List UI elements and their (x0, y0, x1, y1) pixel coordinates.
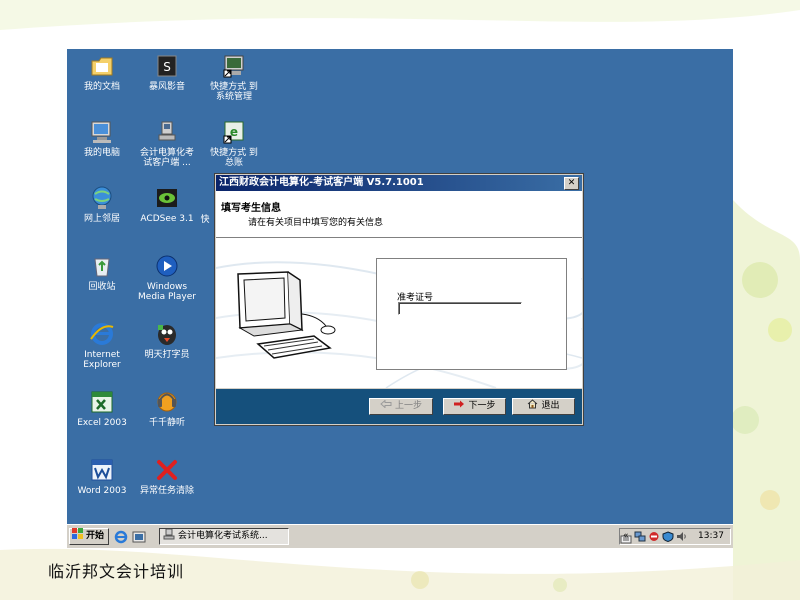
word-icon (89, 457, 115, 483)
close-button[interactable]: ✕ (564, 177, 579, 190)
quick-launch-ie-icon[interactable] (114, 529, 128, 548)
clock[interactable]: 13:37 (698, 529, 724, 544)
desktop-icon-media-player[interactable]: S 暴风影音 (132, 53, 202, 92)
desktop-icon-windows-media-player[interactable]: Windows Media Player (132, 253, 202, 302)
exam-id-input[interactable] (398, 302, 522, 315)
dialog-footer: 上一步 下一步 退出 (216, 389, 582, 424)
desktop-icon-label: 会计电算化考 试客户端 ... (139, 148, 194, 168)
windows-logo-icon (72, 528, 84, 545)
desktop-icon-label: Excel 2003 (77, 418, 127, 428)
dialog-body: 准考证号 (216, 238, 582, 388)
acdsee-icon (154, 185, 180, 211)
desktop-icon-label: 快捷方式 到 总账 (210, 148, 258, 168)
desktop-icon-exam-client[interactable]: 会计电算化考 试客户端 ... (132, 119, 202, 168)
exam-client-dialog: 江西财政会计电算化-考试客户端 V5.7.1001 ✕ 填写考生信息 请在有关项… (214, 173, 584, 426)
arrow-right-icon (453, 399, 465, 414)
desktop-icon-excel[interactable]: Excel 2003 (67, 389, 137, 428)
system-tray: « 13:37 (619, 528, 731, 545)
media-player-icon: S (154, 53, 180, 79)
music-player-icon (154, 389, 180, 415)
exam-client-icon (163, 529, 175, 544)
dialog-title-bar[interactable]: 江西财政会计电算化-考试客户端 V5.7.1001 ✕ (216, 175, 582, 191)
desktop-icon-label: Word 2003 (77, 486, 127, 496)
exit-button[interactable]: 退出 (512, 398, 575, 415)
dialog-title: 江西财政会计电算化-考试客户端 V5.7.1001 (219, 177, 424, 188)
desktop-icon-label: Internet Explorer (83, 350, 121, 370)
exit-button-label: 退出 (541, 401, 560, 411)
antivirus-icon[interactable] (648, 531, 660, 548)
desktop-icon-internet-explorer[interactable]: Internet Explorer (67, 321, 137, 370)
next-button-label: 下一步 (468, 401, 496, 411)
desktop-icon-label: 千千静听 (148, 418, 185, 428)
exam-client-icon (154, 119, 180, 145)
task-cleaner-icon (154, 457, 180, 483)
desktop-icon-my-computer[interactable]: 我的电脑 (67, 119, 137, 158)
recycle-bin-icon (89, 253, 115, 279)
desktop-icon-label: 暴风影音 (148, 82, 185, 92)
my-computer-icon (89, 119, 115, 145)
footer-caption: 临沂邦文会计培训 (48, 562, 185, 581)
shortcut-ledger-icon: e (221, 119, 247, 145)
tray-expand-chevron[interactable]: « (623, 529, 629, 544)
desktop-icon-label: 我的电脑 (83, 148, 120, 158)
dialog-header-title: 填写考生信息 (221, 203, 281, 214)
form-panel: 准考证号 (376, 258, 567, 370)
taskbar: 开始 会计电算化考试系统... « 13:37 (67, 524, 733, 548)
dialog-header: 填写考生信息 请在有关项目中填写您的有关信息 (216, 191, 582, 238)
start-label: 开始 (86, 531, 105, 541)
taskbar-app-button[interactable]: 会计电算化考试系统... (159, 528, 289, 545)
start-button[interactable]: 开始 (69, 528, 109, 545)
close-icon: ✕ (567, 178, 576, 188)
desktop-icon-label: 我的文档 (83, 82, 120, 92)
desktop-icon-partial[interactable]: 快 (199, 215, 211, 225)
desktop-icon-label: 明天打字员 (144, 350, 190, 360)
shortcut-system-icon (221, 53, 247, 79)
desktop-icon-label: ACDSee 3.1 (140, 214, 194, 224)
desktop-icon-label: 快 (200, 215, 210, 225)
desktop-icon-typing-tutor[interactable]: 明天打字员 (132, 321, 202, 360)
svg-text:S: S (163, 60, 171, 74)
internet-explorer-icon (89, 321, 115, 347)
desktop-icon-label: 回收站 (88, 282, 116, 292)
desktop-icon-my-documents[interactable]: 我的文档 (67, 53, 137, 92)
volume-icon[interactable] (676, 531, 688, 548)
network-icon (89, 185, 115, 211)
excel-icon (89, 389, 115, 415)
desktop-icon-music-player[interactable]: 千千静听 (132, 389, 202, 428)
desktop-icon-acdsee[interactable]: ACDSee 3.1 (132, 185, 202, 224)
arrow-left-icon (380, 399, 392, 414)
desktop-icon-label: 网上邻居 (83, 214, 120, 224)
desktop-icon-label: 异常任务清除 (139, 486, 194, 496)
desktop-icon-recycle-bin[interactable]: 回收站 (67, 253, 137, 292)
shield-icon[interactable] (662, 531, 674, 548)
prev-button[interactable]: 上一步 (369, 398, 433, 415)
prev-button-label: 上一步 (394, 401, 422, 411)
desktop-icon-word[interactable]: Word 2003 (67, 457, 137, 496)
desktop-icon-shortcut-ledger[interactable]: e 快捷方式 到 总账 (199, 119, 269, 168)
desktop-icon-shortcut-system[interactable]: 快捷方式 到 系统管理 (199, 53, 269, 102)
next-button[interactable]: 下一步 (443, 398, 506, 415)
my-documents-icon (89, 53, 115, 79)
typing-tutor-icon (154, 321, 180, 347)
windows-media-player-icon (154, 253, 180, 279)
home-icon (527, 398, 538, 415)
computer-illustration (218, 244, 358, 384)
taskbar-app-label: 会计电算化考试系统... (178, 531, 268, 541)
desktop-icon-label: Windows Media Player (138, 282, 196, 302)
dialog-header-subtitle: 请在有关项目中填写您的有关信息 (248, 218, 384, 228)
desktop-icon-label: 快捷方式 到 系统管理 (210, 82, 258, 102)
desktop-icon-task-cleaner[interactable]: 异常任务清除 (132, 457, 202, 496)
quick-launch-desktop-icon[interactable] (132, 529, 146, 548)
desktop-icon-network[interactable]: 网上邻居 (67, 185, 137, 224)
computer-icon (237, 271, 336, 359)
network-status-icon[interactable] (634, 531, 646, 548)
